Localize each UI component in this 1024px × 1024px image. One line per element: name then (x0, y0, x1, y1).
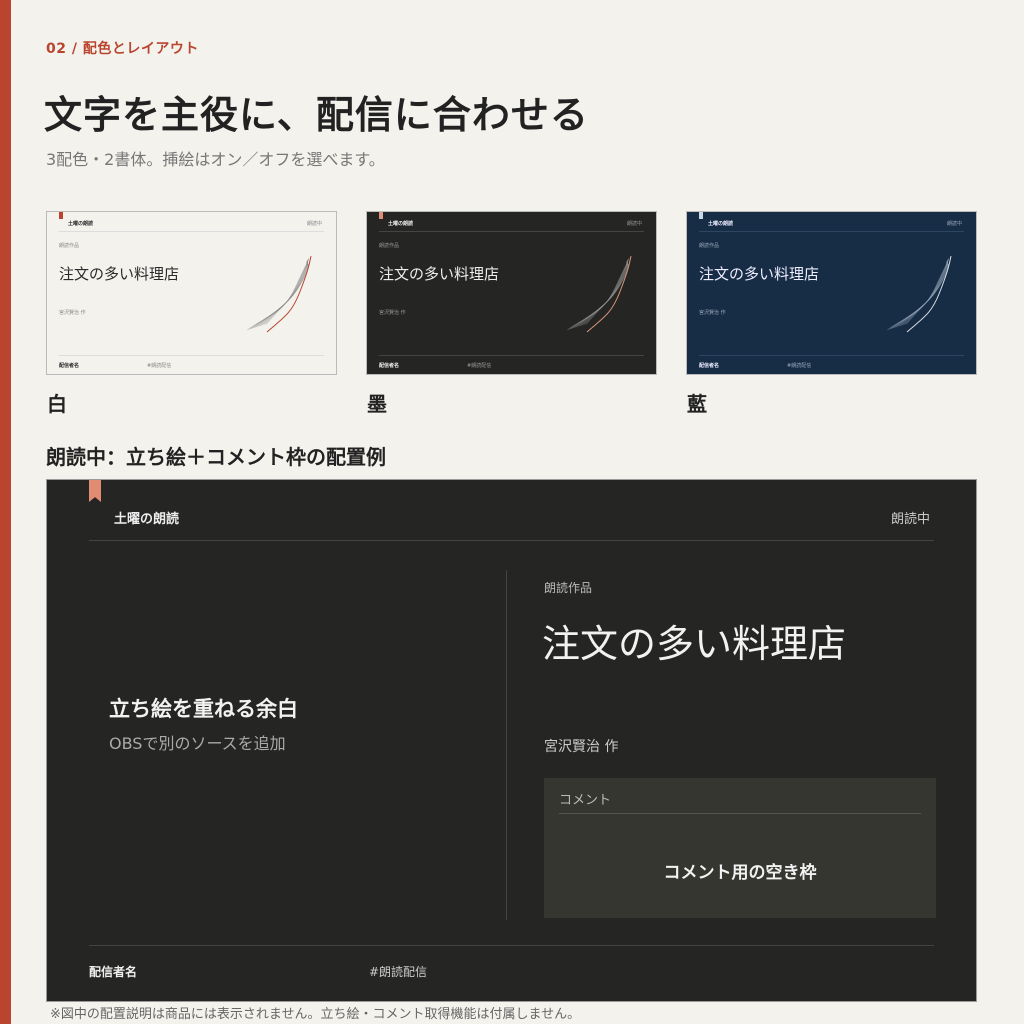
thumb-divider (59, 231, 324, 232)
section-label: 02 / 配色とレイアウト (46, 41, 199, 57)
thumb-divider (379, 355, 644, 356)
brush-stroke (569, 258, 629, 330)
thumb-footer-left: 配信者名 (379, 363, 400, 369)
thumb-title: 注文の多い料理店 (59, 265, 180, 283)
theme-thumbnail-ink[interactable]: 土曜の朗読 朗読中 朗読作品 注文の多い料理店 宮沢賢治 作 配信者名 #朗読配… (366, 211, 657, 375)
brush-stroke (575, 260, 628, 328)
example-section-title: 朗読中：立ち絵＋コメント枠の配置例 (46, 445, 386, 469)
brush-stroke (258, 260, 308, 327)
brush-stroke (890, 258, 949, 330)
brush-stroke (897, 260, 948, 328)
character-placeholder-note: OBSで別のソースを追加 (109, 734, 286, 753)
brush-stroke (577, 260, 628, 328)
brush-accent-line (906, 255, 952, 333)
thumb-kicker: 朗読作品 (699, 243, 720, 249)
brush-stroke (246, 257, 310, 331)
thumb-divider (699, 355, 964, 356)
thumb-header: 土曜の朗読 (708, 221, 734, 227)
footer-divider (89, 945, 934, 946)
brush-stroke (899, 260, 948, 327)
thumb-divider (699, 231, 964, 232)
comment-frame-label: コメント (559, 793, 612, 808)
theme-label-ink: 墨 (367, 392, 387, 416)
thumb-author: 宮沢賢治 作 (59, 310, 86, 316)
brush-stroke (254, 259, 309, 328)
brush-stroke (259, 260, 308, 327)
theme-thumbnail-indigo[interactable]: 土曜の朗読 朗読中 朗読作品 注文の多い料理店 宮沢賢治 作 配信者名 #朗読配… (686, 211, 977, 375)
brush-swoosh-illustration (886, 255, 952, 333)
bookmark-ribbon-icon (59, 212, 63, 219)
brush-stroke (573, 259, 629, 329)
thumb-author: 宮沢賢治 作 (379, 310, 406, 316)
brush-stroke (568, 258, 630, 330)
brush-stroke (253, 259, 309, 329)
thumb-footer-left: 配信者名 (699, 363, 720, 369)
hashtag: #朗読配信 (369, 965, 428, 979)
thumb-divider (379, 231, 644, 232)
thumb-footer-right: #朗読配信 (467, 363, 492, 369)
bookmark-ribbon-icon (379, 212, 383, 219)
thumb-kicker: 朗読作品 (59, 243, 80, 249)
brush-stroke (892, 259, 949, 329)
character-placeholder-title: 立ち絵を重ねる余白 (109, 697, 298, 721)
thumb-author: 宮沢賢治 作 (699, 310, 726, 316)
streamer-name: 配信者名 (89, 965, 138, 979)
brush-stroke (257, 260, 308, 328)
brush-stroke (566, 257, 630, 331)
brush-stroke (895, 260, 948, 328)
bookmark-ribbon-icon (699, 212, 703, 219)
brush-stroke (248, 258, 310, 330)
work-kicker: 朗読作品 (544, 581, 593, 595)
overlay-status: 朗読中 (890, 512, 930, 527)
brush-stroke (579, 260, 628, 327)
thumb-status: 朗読中 (626, 221, 642, 227)
work-title: 注文の多い料理店 (542, 622, 847, 666)
brush-stroke (249, 258, 309, 330)
comment-placeholder: コメント用の空き枠 (663, 863, 817, 883)
thumb-footer-right: #朗読配信 (147, 363, 172, 369)
brush-stroke (888, 258, 950, 330)
thumb-title: 注文の多い料理店 (379, 265, 500, 283)
theme-label-indigo: 藍 (687, 392, 707, 416)
layout-example-panel: 土曜の朗読 朗読中 立ち絵を重ねる余白 OBSで別のソースを追加 朗読作品 注文… (46, 479, 977, 1002)
brush-swoosh-illustration (566, 255, 632, 333)
brush-stroke (570, 258, 629, 330)
header-divider (89, 540, 934, 541)
page-title: 文字を主役に、配信に合わせる (44, 93, 589, 137)
column-divider (506, 570, 507, 920)
thumb-divider (59, 355, 324, 356)
overlay-header-title: 土曜の朗読 (114, 512, 180, 527)
brush-stroke (893, 259, 949, 329)
brush-stroke (252, 259, 309, 329)
page-subtitle: 3配色・2書体。挿絵はオン／オフを選べます。 (46, 150, 385, 169)
thumb-status: 朗読中 (306, 221, 322, 227)
brush-stroke (578, 260, 628, 327)
brush-swoosh-illustration (246, 255, 312, 333)
brush-stroke (886, 257, 950, 331)
brush-stroke (574, 259, 629, 328)
brush-accent-line (586, 255, 632, 333)
thumb-footer-right: #朗読配信 (787, 363, 812, 369)
thumb-status: 朗読中 (946, 221, 962, 227)
brush-stroke (898, 260, 948, 327)
brush-accent-line (266, 255, 312, 333)
bookmark-ribbon-icon (89, 480, 101, 502)
theme-thumbnail-white[interactable]: 土曜の朗読 朗読中 朗読作品 注文の多い料理店 宮沢賢治 作 配信者名 #朗読配… (46, 211, 337, 375)
work-author: 宮沢賢治 作 (544, 739, 619, 755)
brush-stroke (572, 259, 629, 329)
thumb-title: 注文の多い料理店 (699, 265, 820, 283)
footnote: ※図中の配置説明は商品には表示されません。立ち絵・コメント取得機能は付属しません… (50, 1007, 581, 1022)
thumb-kicker: 朗読作品 (379, 243, 400, 249)
brush-stroke (889, 258, 949, 330)
thumb-header: 土曜の朗読 (68, 221, 94, 227)
brush-stroke (250, 258, 309, 330)
theme-label-white: 白 (47, 392, 67, 416)
accent-side-bar (0, 0, 11, 1024)
brush-stroke (255, 260, 308, 328)
comment-frame: コメント コメント用の空き枠 (544, 778, 936, 918)
comment-divider (559, 813, 921, 814)
thumb-footer-left: 配信者名 (59, 363, 80, 369)
thumb-header: 土曜の朗読 (388, 221, 414, 227)
brush-stroke (894, 259, 949, 328)
